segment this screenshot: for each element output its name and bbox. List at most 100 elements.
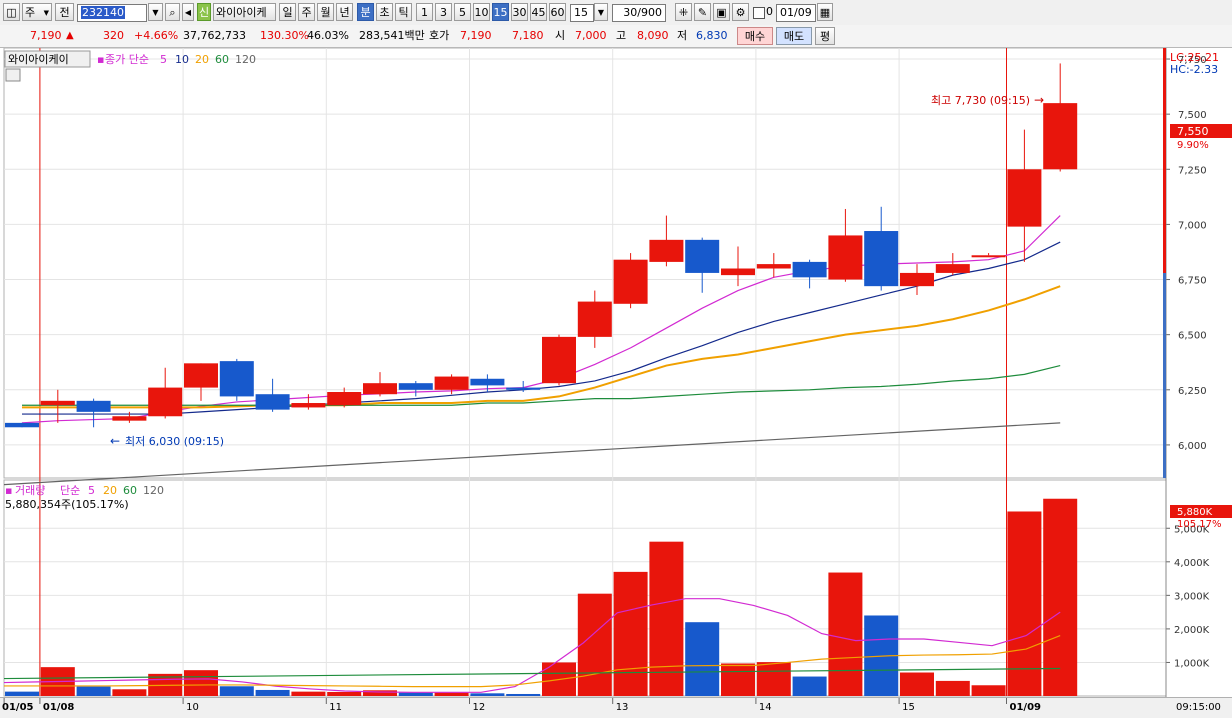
interval-60-button[interactable]: 60 (549, 3, 566, 21)
pen-icon: ✎ (697, 6, 708, 19)
new-listing-badge: 신 (197, 3, 211, 21)
count-input[interactable]: 30/900 (612, 4, 666, 22)
interval-5-button[interactable]: 5 (454, 3, 471, 21)
open-label: 시 (555, 29, 566, 42)
time-axis-current-time: 09:15:00 (1176, 702, 1221, 713)
time-tick-label: 01/08 (43, 702, 75, 713)
up-arrow-icon: ▲ (66, 30, 74, 41)
hoga-sell-price: 7,190 (460, 29, 492, 42)
volume-ma-5: 5 (88, 484, 95, 497)
buy-button[interactable]: 매수 (737, 27, 773, 45)
time-tick-label: 11 (329, 702, 342, 713)
change-value: 320 (103, 29, 124, 42)
chevron-down-icon: ▼ (43, 9, 49, 17)
time-tick-label: 14 (759, 702, 772, 713)
volume-bar (613, 571, 648, 696)
volume-tick-label: 4,000K (1174, 558, 1210, 569)
volume-bar (327, 691, 362, 696)
arrow-left-icon: ← (110, 434, 120, 448)
candle-body (900, 272, 934, 287)
candle-body (470, 378, 505, 386)
main-toolbar: ◫ 주 ▼ 전 232140 ▼ ⌕ ◀ 신 와이아이케 일 주 월 년 분 초 … (0, 0, 1232, 26)
time-tick-label: 01/05 (2, 702, 34, 713)
bullet-icon: ▪ (5, 484, 12, 497)
volume-bar (1043, 498, 1078, 696)
sell-button[interactable]: 매도 (776, 27, 812, 45)
chart-settings-button[interactable]: ◫ (3, 3, 20, 21)
volume-tick-label: 2,000K (1174, 625, 1210, 636)
settings-button[interactable]: ⚙ (732, 3, 749, 21)
period-year-button[interactable]: 년 (336, 3, 353, 21)
interval-1-button[interactable]: 1 (416, 3, 433, 21)
grid-toggle-icon[interactable] (5, 68, 21, 82)
period-day-button[interactable]: 일 (279, 3, 296, 21)
interval-15-button[interactable]: 15 (492, 3, 509, 21)
option-checkbox[interactable] (753, 7, 765, 19)
ma-label: 종가 단순 (105, 53, 149, 66)
calendar-button[interactable]: ▦ (817, 3, 833, 21)
low-label: 저 (677, 29, 688, 42)
volume-bar (291, 691, 326, 696)
date-input[interactable]: 01/09 (776, 4, 816, 22)
volume-bar (935, 680, 970, 696)
period-month-button[interactable]: 월 (317, 3, 334, 21)
stock-name-field[interactable]: 와이아이케 (213, 3, 276, 21)
period-minute-button[interactable]: 분 (357, 3, 374, 21)
volume-bar (577, 593, 612, 696)
draw-line-tool-button[interactable]: ✎ (694, 3, 711, 21)
interval-dropdown-button[interactable]: ▼ (594, 3, 608, 21)
average-button[interactable]: 평 (815, 27, 835, 45)
interval-30-button[interactable]: 30 (511, 3, 528, 21)
save-button[interactable]: ▣ (713, 3, 730, 21)
candle-body (76, 400, 111, 412)
price-tick-label: 6,250 (1178, 386, 1207, 397)
market-button[interactable]: 전 (55, 3, 74, 21)
time-tick-label: 01/09 (1010, 702, 1042, 713)
candle-body (398, 383, 433, 390)
period-week-button[interactable]: 주 (298, 3, 315, 21)
candle-body (148, 387, 183, 417)
time-tick-label: 12 (473, 702, 486, 713)
low-price: 6,830 (696, 29, 728, 42)
volume-ma-120: 120 (143, 484, 164, 497)
low-annotation: 최저 6,030 (09:15) (125, 435, 224, 448)
hoga-buy-price: 7,180 (512, 29, 544, 42)
current-pct-tag: 9.90% (1177, 140, 1209, 151)
prev-stock-button[interactable]: ◀ (182, 3, 194, 21)
high-price: 8,090 (637, 29, 669, 42)
speaker-icon: ◀ (184, 8, 192, 17)
search-button[interactable]: ⌕ (165, 3, 180, 21)
gear-icon: ⚙ (735, 6, 746, 19)
volume-tick-label: 1,000K (1174, 658, 1210, 669)
crosshair-tool-button[interactable]: ⁜ (675, 3, 692, 21)
interval-45-button[interactable]: 45 (530, 3, 547, 21)
price-tick-label: 6,500 (1178, 331, 1207, 342)
code-dropdown-button[interactable]: ▼ (148, 3, 163, 21)
type-select-value: 주 (25, 6, 36, 19)
volume-bar (685, 622, 720, 696)
volume-value-label: 5,880,354주(105.17%) (5, 498, 129, 511)
type-select[interactable]: 주 ▼ (22, 3, 52, 21)
candle-body (1043, 103, 1078, 170)
candle-body (327, 392, 362, 406)
interval-select[interactable]: 15 (570, 4, 594, 22)
candle-body (613, 259, 648, 304)
code-input[interactable]: 232140 (77, 4, 147, 22)
candle-body (756, 264, 791, 269)
period-tick-button[interactable]: 틱 (395, 3, 412, 21)
period-second-button[interactable]: 초 (376, 3, 393, 21)
interval-10-button[interactable]: 10 (473, 3, 490, 21)
chevron-down-icon: ▼ (152, 8, 159, 17)
candle-body (971, 255, 1006, 258)
volume-current-tag-text: 5,880K (1177, 507, 1213, 518)
interval-3-button[interactable]: 3 (435, 3, 452, 21)
checkbox-label: 0 (766, 5, 773, 18)
candle-body (112, 416, 147, 421)
save-icon: ▣ (716, 6, 727, 19)
trade-amount: 283,541백만 (359, 29, 425, 42)
stock-chart[interactable]: 6,0006,2506,5006,7507,0007,2507,5007,750… (0, 48, 1232, 697)
code-input-value: 232140 (81, 6, 125, 19)
volume-bar (398, 692, 433, 696)
volume-bar (112, 689, 147, 696)
volume-ma-60: 60 (123, 484, 137, 497)
